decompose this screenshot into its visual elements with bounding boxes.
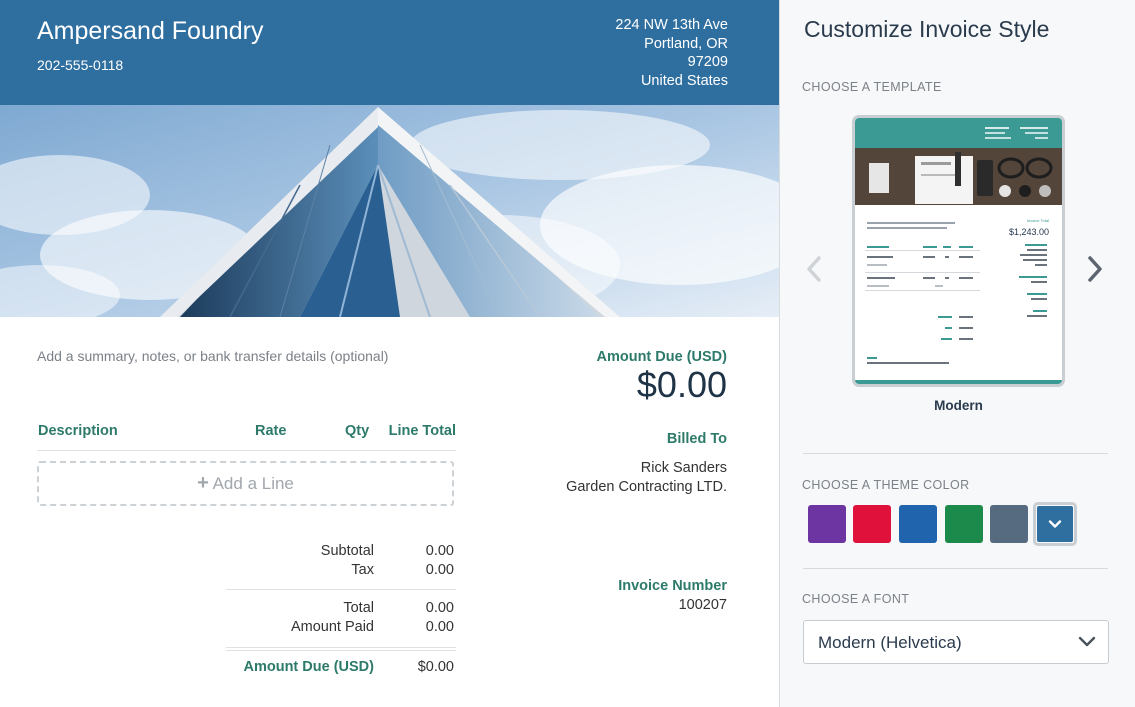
address-line-city: Portland, OR [644,35,728,52]
client-company[interactable]: Garden Contracting LTD. [566,479,727,495]
column-qty: Qty [345,423,370,439]
tax-label: Tax [351,562,374,578]
client-name[interactable]: Rick Sanders [641,460,727,476]
add-line-button[interactable]: + Add a Line [37,461,454,506]
invoice-header: Ampersand Foundry 202-555-0118 224 NW 13… [0,0,779,105]
billed-to-label: Billed To [666,431,727,447]
template-thumbnail[interactable]: Invoice Total $1,243.00 [852,115,1065,387]
company-address[interactable]: 224 NW 13th Ave Portland, OR 97209 Unite… [615,16,728,90]
address-line-zip: 97209 [687,54,728,70]
line-items-header: Description Rate Qty Line Total [37,422,456,451]
template-name: Modern [934,398,983,413]
color-swatch-red[interactable] [853,505,891,543]
choose-theme-color-label: CHOOSE A THEME COLOR [802,478,970,492]
color-swatch-blue[interactable] [899,505,937,543]
color-swatch-steel-blue-selected[interactable] [1033,502,1077,546]
section-divider [803,568,1108,569]
amount-due-value: $0.00 [636,364,727,405]
color-swatch-slate[interactable] [990,505,1028,543]
totals-divider [226,650,456,651]
chevron-right-icon[interactable] [1086,254,1104,284]
chevron-left-icon[interactable] [805,254,823,284]
selected-swatch-fill [1037,506,1073,542]
choose-template-label: CHOOSE A TEMPLATE [802,80,942,94]
total-value: 0.00 [425,600,454,616]
amount-due-total-value: $0.00 [417,659,454,675]
choose-font-label: CHOOSE A FONT [802,592,910,606]
company-name[interactable]: Ampersand Foundry [37,17,264,46]
address-line-street: 224 NW 13th Ave [615,17,728,33]
add-line-label: Add a Line [212,474,294,493]
chevron-down-icon [1078,636,1096,647]
company-phone[interactable]: 202-555-0118 [37,57,123,73]
totals-divider [226,647,456,648]
header-image[interactable] [0,105,779,317]
panel-title: Customize Invoice Style [804,16,1050,42]
template-preview-image: Invoice Total $1,243.00 [855,118,1062,384]
svg-text:Invoice Total: Invoice Total [1027,218,1049,223]
totals-divider [226,589,456,590]
amount-due-row: Amount Due (USD) $0.00 [226,659,456,678]
invoice-number-label: Invoice Number [618,578,727,594]
total-row: Total 0.00 [226,600,456,619]
column-line-total: Line Total [388,423,456,439]
amount-paid-label: Amount Paid [290,619,374,635]
section-divider [803,453,1108,454]
color-swatch-purple[interactable] [808,505,846,543]
building-photo [0,105,779,317]
font-select[interactable]: Modern (Helvetica) [803,620,1109,664]
column-rate: Rate [255,423,287,439]
tax-value: 0.00 [425,562,454,578]
plus-icon: + [197,472,209,494]
invoice-number-field[interactable]: 100207 [679,597,727,613]
tax-row: Tax 0.00 [226,562,456,581]
color-swatch-green[interactable] [945,505,983,543]
chevron-down-icon [1048,520,1062,528]
summary-notes-field[interactable]: Add a summary, notes, or bank transfer d… [37,348,388,364]
invoice-preview: Ampersand Foundry 202-555-0118 224 NW 13… [0,0,780,707]
amount-paid-value: 0.00 [425,619,454,635]
template-preview-amount: $1,243.00 [1009,227,1049,237]
amount-paid-row: Amount Paid 0.00 [226,619,456,638]
subtotal-value: 0.00 [425,543,454,559]
amount-due-label: Amount Due (USD) [596,349,728,365]
amount-due-total-label: Amount Due (USD) [243,659,375,675]
address-line-country: United States [640,72,728,89]
total-label: Total [343,600,374,616]
subtotal-row: Subtotal 0.00 [226,543,456,562]
column-description: Description [38,423,118,439]
font-select-value: Modern (Helvetica) [818,633,962,652]
customize-panel: Customize Invoice Style CHOOSE A TEMPLAT… [781,0,1135,707]
subtotal-label: Subtotal [320,543,374,559]
